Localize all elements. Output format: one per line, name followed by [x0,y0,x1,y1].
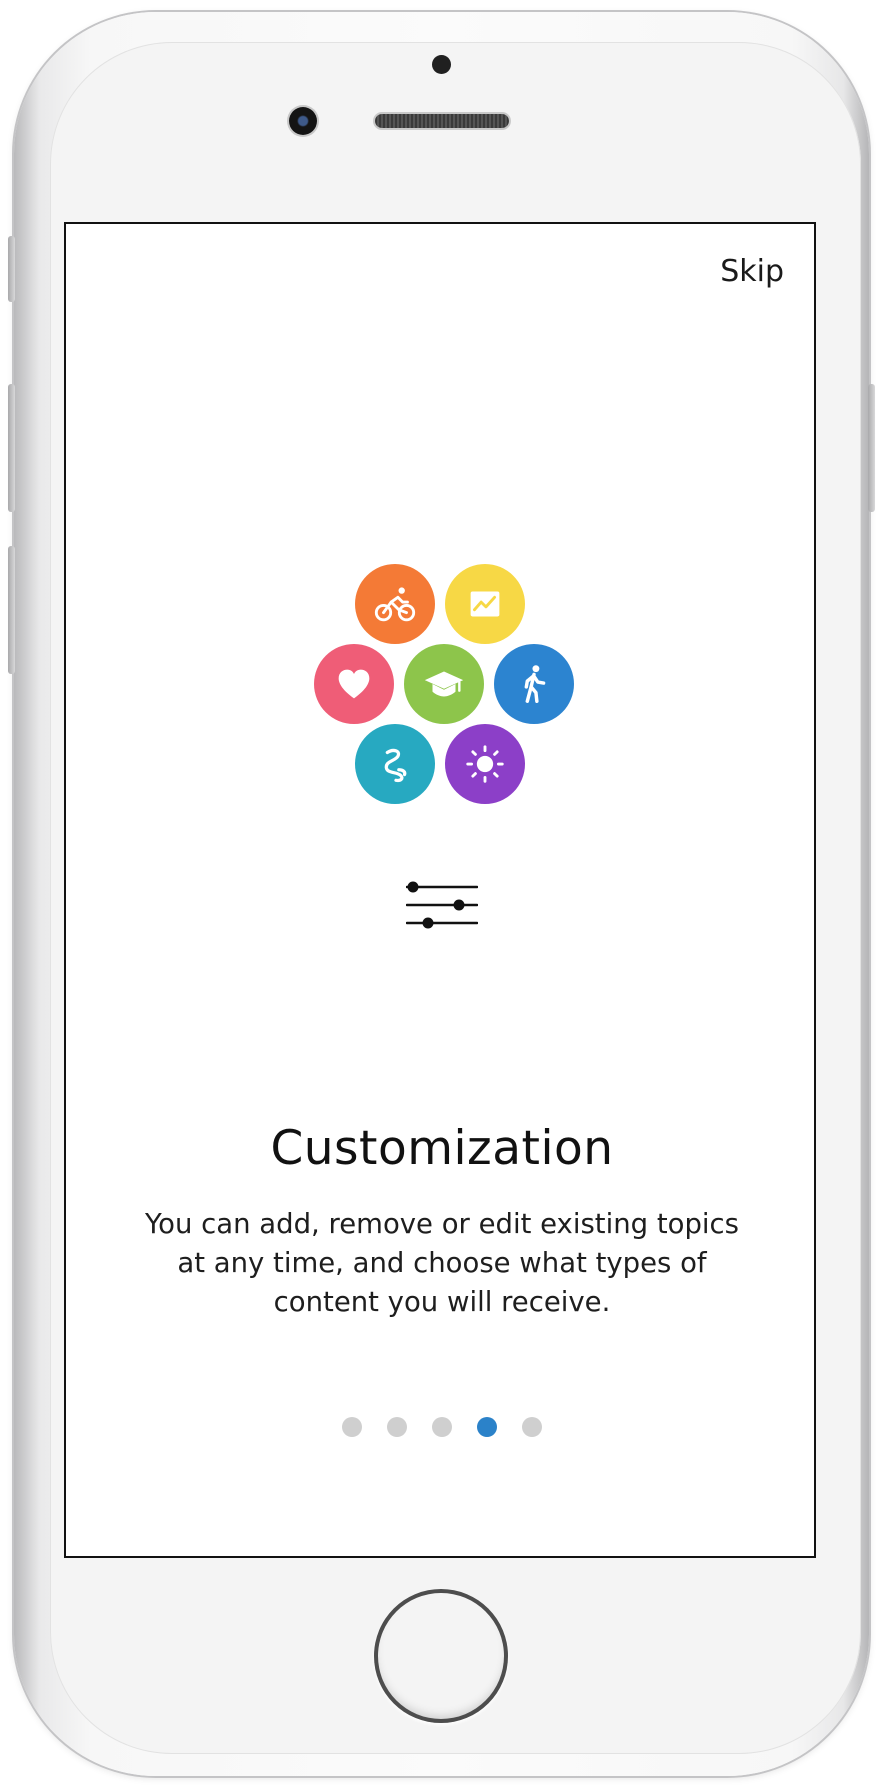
sliders-settings-icon [406,881,478,929]
heart-icon [338,669,370,699]
page: Skip Customization You can add, remove o… [0,0,883,1788]
page-dot-5[interactable] [522,1417,542,1437]
topic-walking [494,644,574,724]
topic-travel [355,724,435,804]
page-dot-1[interactable] [342,1417,362,1437]
mute-switch [8,236,15,302]
walking-person-icon [524,665,546,703]
volume-down-button [8,546,15,674]
front-camera [289,107,317,135]
page-dot-3[interactable] [432,1417,452,1437]
onboarding-title: Customization [270,1121,614,1176]
app-screen: Skip Customization You can add, remove o… [64,222,816,1558]
bike-icon [374,587,416,622]
topic-weather [445,724,525,804]
graduation-cap-icon [424,671,464,697]
page-indicator [66,1417,814,1437]
earpiece-speaker [375,114,509,128]
page-dot-2[interactable] [387,1417,407,1437]
home-button[interactable] [374,1589,508,1723]
topic-health [314,644,394,724]
power-button [868,384,875,512]
winding-road-icon [384,748,407,783]
page-dot-4[interactable] [477,1417,497,1437]
skip-button[interactable]: Skip [720,254,784,289]
stocks-chart-icon [470,591,500,617]
topic-education [404,644,484,724]
topic-stocks [445,564,525,644]
volume-up-button [8,384,15,512]
proximity-sensor [432,55,451,74]
sun-icon [466,745,504,783]
topic-bike [355,564,435,644]
onboarding-description: You can add, remove or edit existing top… [145,1208,739,1318]
